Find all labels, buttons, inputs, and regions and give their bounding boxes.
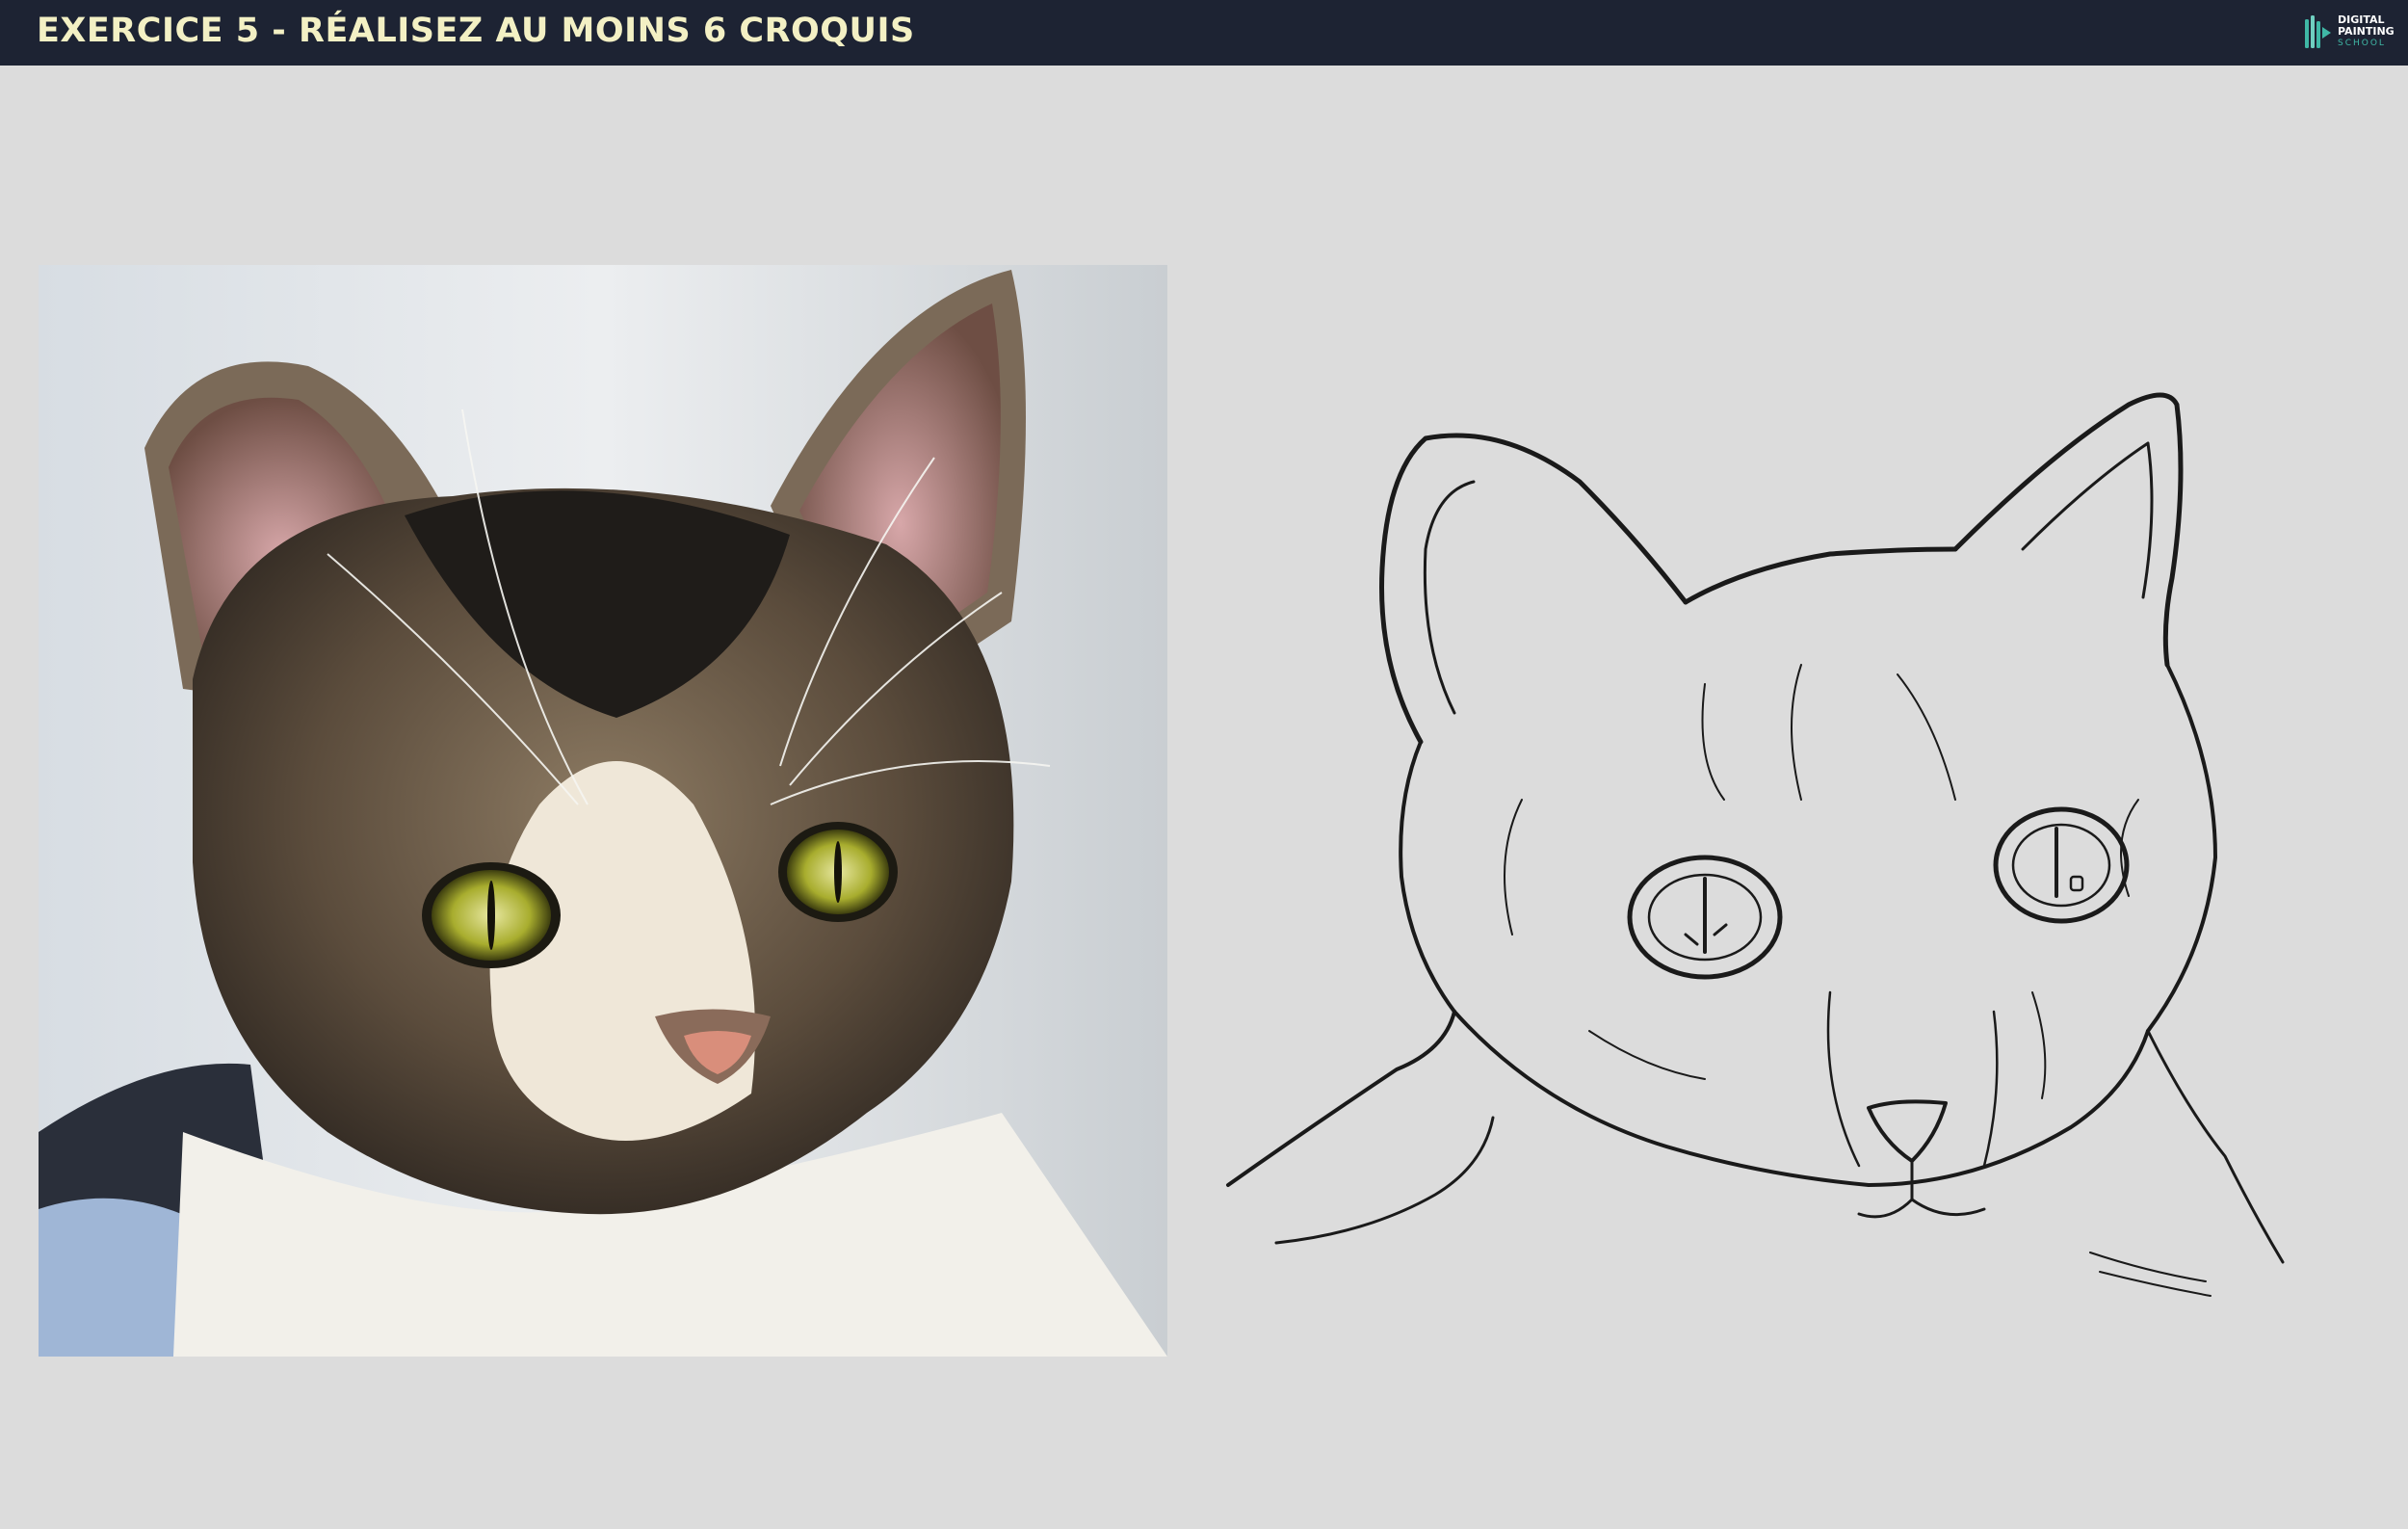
digital-painting-school-logo: DIGITAL PAINTING SCHOOL [2303,12,2395,54]
logo-line-3: SCHOOL [2338,39,2386,48]
cat-line-sketch [1204,260,2360,1349]
logo-text: DIGITAL PAINTING SCHOOL [2338,14,2395,49]
header-bar: EXERCICE 5 - RÉALISEZ AU MOINS 6 CROQUIS… [0,0,2408,66]
logo-line-2: PAINTING [2338,25,2395,38]
brush-logo-icon [2305,15,2331,48]
cat-photo-illustration [39,265,1167,1357]
page-title: EXERCICE 5 - RÉALISEZ AU MOINS 6 CROQUIS [37,12,915,50]
cat-reference-photo [39,265,1167,1357]
sketch-drawing [1226,392,2285,1297]
